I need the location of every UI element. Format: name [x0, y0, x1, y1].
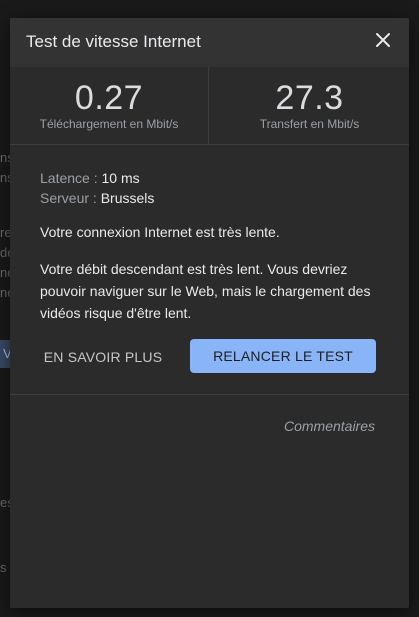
connection-details: Latence : 10 ms Serveur : Brussels [40, 168, 385, 208]
speed-test-dialog: Test de vitesse Internet 0.27 Télécharge… [10, 18, 409, 608]
upload-value: 27.3 [275, 79, 344, 117]
server-value: Brussels [100, 190, 155, 206]
upload-stat: 27.3 Transfert en Mbit/s [210, 67, 409, 145]
latency-row: Latence : 10 ms [40, 168, 385, 188]
latency-label: Latence : [40, 170, 98, 186]
latency-value: 10 ms [101, 170, 140, 186]
feedback-link[interactable]: Commentaires [284, 418, 375, 434]
dialog-title: Test de vitesse Internet [26, 32, 201, 51]
close-icon [376, 33, 390, 47]
speed-stats: 0.27 Téléchargement en Mbit/s 27.3 Trans… [10, 67, 409, 145]
download-label: Téléchargement en Mbit/s [39, 117, 179, 131]
server-label: Serveur : [40, 190, 97, 206]
dialog-header: Test de vitesse Internet [10, 18, 409, 67]
upload-label: Transfert en Mbit/s [259, 117, 360, 131]
close-button[interactable] [371, 28, 395, 52]
learn-more-button[interactable]: EN SAVOIR PLUS [40, 340, 166, 374]
download-stat: 0.27 Téléchargement en Mbit/s [10, 67, 209, 145]
connection-summary: Votre connexion Internet est très lente. [40, 224, 280, 240]
download-value: 0.27 [74, 79, 144, 117]
connection-explanation: Votre débit descendant est très lent. Vo… [40, 261, 371, 321]
server-row: Serveur : Brussels [40, 188, 385, 208]
rerun-test-button[interactable]: RELANCER LE TEST [190, 339, 376, 373]
footer-divider [10, 394, 409, 395]
